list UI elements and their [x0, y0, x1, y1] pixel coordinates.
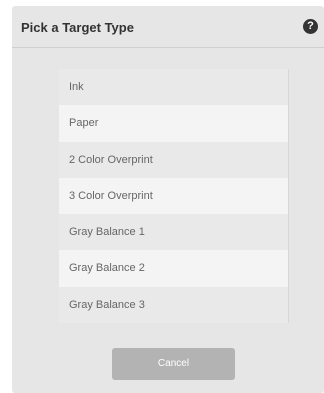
dialog-title: Pick a Target Type: [21, 20, 134, 35]
target-type-list[interactable]: Ink Paper 2 Color Overprint 3 Color Over…: [59, 69, 289, 323]
list-item-gray-balance-1[interactable]: Gray Balance 1: [59, 214, 288, 251]
list-item-gray-balance-2[interactable]: Gray Balance 2: [59, 250, 288, 287]
list-item-paper[interactable]: Paper: [59, 105, 288, 142]
list-item-gray-balance-3[interactable]: Gray Balance 3: [59, 286, 288, 323]
cancel-button[interactable]: Cancel: [112, 348, 235, 380]
help-icon[interactable]: ?: [303, 19, 318, 34]
list-item-2-color-overprint[interactable]: 2 Color Overprint: [59, 141, 288, 178]
list-item-3-color-overprint[interactable]: 3 Color Overprint: [59, 177, 288, 215]
pick-target-type-dialog: Pick a Target Type ? Ink Paper 2 Color O…: [12, 6, 324, 393]
list-item-ink[interactable]: Ink: [59, 69, 288, 106]
dialog-header: Pick a Target Type ?: [12, 6, 324, 48]
